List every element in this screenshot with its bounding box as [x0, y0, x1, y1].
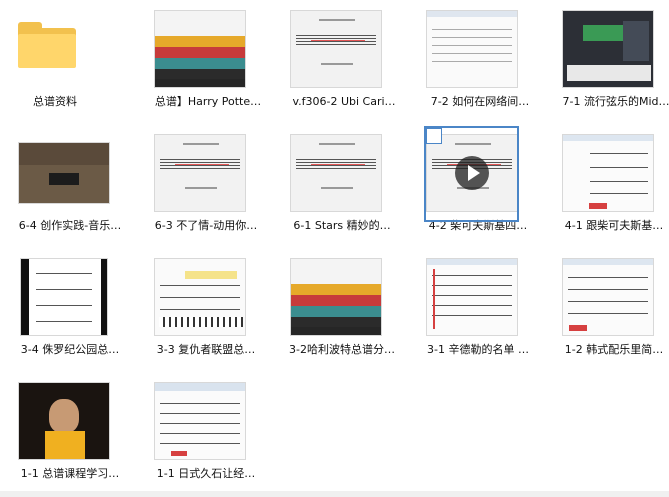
- thumbnail: [562, 134, 654, 212]
- horizontal-scrollbar[interactable]: [0, 491, 669, 497]
- file-label: 6-4 创作实践-音乐…: [18, 219, 122, 232]
- thumbnail: [562, 258, 654, 336]
- file-item[interactable]: 3-4 侏罗纪公园总…: [0, 248, 136, 372]
- thumbnail: [290, 10, 382, 88]
- thumbnail: [290, 134, 382, 212]
- thumbnail: [18, 142, 110, 204]
- file-item[interactable]: 3-2哈利波特总谱分…: [272, 248, 408, 372]
- file-item[interactable]: v.f306-2 Ubi Cari…: [272, 0, 408, 124]
- file-label: v.f306-2 Ubi Cari…: [292, 95, 396, 108]
- file-item[interactable]: 6-3 不了情-动用你…: [136, 124, 272, 248]
- file-item[interactable]: 3-1 辛德勒的名单 …: [408, 248, 544, 372]
- file-label: 总谱资料: [33, 95, 77, 108]
- file-item[interactable]: 3-3 复仇者联盟总…: [136, 248, 272, 372]
- file-label: 6-1 Stars 精妙的…: [293, 219, 391, 232]
- folder-item[interactable]: 总谱资料: [0, 0, 136, 124]
- folder-icon: [18, 22, 76, 68]
- file-label: 3-1 辛德勒的名单 …: [427, 343, 529, 356]
- thumbnail: [426, 10, 518, 88]
- file-item[interactable]: 6-1 Stars 精妙的…: [272, 124, 408, 248]
- thumbnail: [18, 382, 110, 460]
- thumbnail: [154, 382, 246, 460]
- thumbnail: [562, 10, 654, 88]
- file-label: 1-1 总谱课程学习…: [20, 467, 120, 480]
- file-label: 3-3 复仇者联盟总…: [156, 343, 256, 356]
- file-label: 3-2哈利波特总谱分…: [289, 343, 395, 356]
- file-label: 6-3 不了情-动用你…: [154, 219, 258, 232]
- thumbnail: [154, 134, 246, 212]
- thumbnail: [426, 258, 518, 336]
- file-item[interactable]: 1-1 日式久石让经…: [136, 372, 272, 496]
- file-item[interactable]: 1-1 总谱课程学习…: [0, 372, 136, 496]
- file-label: 3-4 侏罗纪公园总…: [20, 343, 120, 356]
- thumbnail: [290, 258, 382, 336]
- file-label: 7-2 如何在网络间…: [430, 95, 530, 108]
- file-item[interactable]: 7-2 如何在网络间…: [408, 0, 544, 124]
- file-item[interactable]: 1-2 韩式配乐里简…: [544, 248, 669, 372]
- thumbnail: [154, 258, 246, 336]
- file-item[interactable]: 6-4 创作实践-音乐…: [0, 124, 136, 248]
- file-label: 4-1 跟柴可夫斯基…: [564, 219, 664, 232]
- file-item[interactable]: 7-1 流行弦乐的Mid…: [544, 0, 669, 124]
- selection-checkbox[interactable]: [426, 128, 442, 144]
- file-label: 1-2 韩式配乐里简…: [564, 343, 664, 356]
- file-label: 总谱】Harry Potte…: [154, 95, 262, 108]
- file-item[interactable]: 总谱】Harry Potte…: [136, 0, 272, 124]
- file-grid: 总谱资料 总谱】Harry Potte… v.f306-2 Ubi Cari…: [0, 0, 669, 490]
- thumbnail: [154, 10, 246, 88]
- file-item[interactable]: 4-1 跟柴可夫斯基…: [544, 124, 669, 248]
- file-label: 7-1 流行弦乐的Mid…: [562, 95, 669, 108]
- file-label: 1-1 日式久石让经…: [156, 467, 256, 480]
- thumbnail: [20, 258, 108, 336]
